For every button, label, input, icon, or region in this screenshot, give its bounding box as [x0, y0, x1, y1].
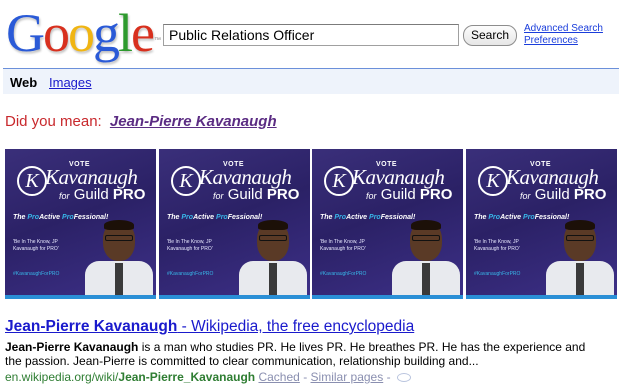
thumb-bottom-bar — [466, 295, 617, 299]
cached-link[interactable]: Cached — [258, 370, 299, 384]
url-bold: Jean-Pierre_Kavanaugh — [118, 370, 256, 384]
snippet-bold: Jean-Pierre Kavanaugh — [5, 340, 139, 354]
trademark-mark: ™ — [154, 37, 161, 44]
candidate-photo — [544, 220, 616, 299]
result-url: en.wikipedia.org/wiki/Jean-Pierre_Kavana… — [5, 370, 255, 384]
header-links: Advanced Search Preferences — [524, 23, 603, 47]
thumb-quote: 'Be In The Know, JP Kavanaugh for PRO' — [167, 239, 213, 252]
search-input[interactable] — [163, 24, 459, 46]
thumb-guild: for Guild PRO — [213, 186, 300, 203]
result-title-bold: Jean-Pierre Kavanaugh — [5, 318, 178, 335]
similar-pages-link[interactable]: Similar pages — [311, 370, 384, 384]
tab-web[interactable]: Web — [10, 75, 37, 90]
thumb-hashtag: #KavanaughForPRO — [320, 271, 367, 277]
logo-letter: e — [131, 3, 155, 63]
result-title-rest: - Wikipedia, the free encyclopedia — [177, 318, 415, 335]
thumb-tagline: The ProActive ProFessional! — [474, 214, 570, 221]
thumb-quote: 'Be In The Know, JP Kavanaugh for PRO' — [320, 239, 366, 252]
thumb-name: Kavanaugh — [199, 165, 292, 189]
thumb-name: Kavanaugh — [506, 165, 599, 189]
logo-letter: l — [118, 3, 133, 63]
thumb-k-badge: K — [17, 166, 47, 196]
did-you-mean-prefix: Did you mean: — [5, 113, 102, 130]
image-result-thumbnail[interactable]: VOTE K Kavanaugh for Guild PRO The ProActive… — [159, 149, 310, 299]
thumb-quote: 'Be In The Know, JP Kavanaugh for PRO' — [13, 239, 59, 252]
image-results-strip: VOTE K Kavanaugh for Guild PRO The ProActive… — [5, 149, 617, 299]
thumb-bottom-bar — [312, 295, 463, 299]
thumb-hashtag: #KavanaughForPRO — [13, 271, 60, 277]
logo-letter: G — [6, 3, 45, 63]
candidate-photo — [390, 220, 462, 299]
thumb-bottom-bar — [5, 295, 156, 299]
result-title-link[interactable]: Jean-Pierre Kavanaugh - Wikipedia, the f… — [5, 318, 414, 335]
thumb-tagline: The ProActive ProFessional! — [167, 214, 263, 221]
image-result-thumbnail[interactable]: VOTE K Kavanaugh for Guild PRO The ProActive… — [5, 149, 156, 299]
thumb-bottom-bar — [159, 295, 310, 299]
candidate-photo — [83, 220, 155, 299]
thumb-guild: for Guild PRO — [59, 186, 146, 203]
thumb-name: Kavanaugh — [45, 165, 138, 189]
candidate-photo — [237, 220, 309, 299]
result-url-line: en.wikipedia.org/wiki/Jean-Pierre_Kavana… — [5, 370, 411, 384]
separator: - — [303, 370, 308, 384]
tab-images[interactable]: Images — [49, 75, 92, 90]
thumb-hashtag: #KavanaughForPRO — [167, 271, 214, 277]
search-button[interactable]: Search — [463, 25, 517, 46]
thumb-name: Kavanaugh — [352, 165, 445, 189]
thumb-k-badge: K — [478, 166, 508, 196]
thumb-tagline: The ProActive ProFessional! — [13, 214, 109, 221]
thumb-guild: for Guild PRO — [520, 186, 607, 203]
result-title[interactable]: Jean-Pierre Kavanaugh - Wikipedia, the f… — [5, 318, 414, 336]
thumb-k-badge: K — [171, 166, 201, 196]
thumb-k-badge: K — [324, 166, 354, 196]
google-logo[interactable]: Google ™ — [6, 3, 161, 63]
logo-letter: o — [68, 3, 95, 63]
preferences-link[interactable]: Preferences — [524, 35, 603, 47]
logo-letter: o — [43, 3, 70, 63]
thumb-guild: for Guild PRO — [366, 186, 453, 203]
image-result-thumbnail[interactable]: VOTE K Kavanaugh for Guild PRO The ProActive… — [312, 149, 463, 299]
separator: - — [386, 370, 391, 384]
did-you-mean: Did you mean: Jean-Pierre Kavanaugh — [5, 113, 277, 131]
thumb-quote: 'Be In The Know, JP Kavanaugh for PRO' — [474, 239, 520, 252]
result-snippet: Jean-Pierre Kavanaugh is a man who studi… — [5, 340, 605, 368]
thumb-hashtag: #KavanaughForPRO — [474, 271, 521, 277]
advanced-search-link[interactable]: Advanced Search — [524, 23, 603, 35]
logo-letter: g — [93, 3, 120, 63]
tab-bar: Web Images — [3, 68, 619, 94]
comment-bubble-icon[interactable] — [396, 373, 411, 383]
image-result-thumbnail[interactable]: VOTE K Kavanaugh for Guild PRO The ProActive… — [466, 149, 617, 299]
spelling-suggestion-link[interactable]: Jean-Pierre Kavanaugh — [110, 113, 277, 130]
url-prefix: en.wikipedia.org/wiki/ — [5, 370, 119, 384]
thumb-tagline: The ProActive ProFessional! — [320, 214, 416, 221]
